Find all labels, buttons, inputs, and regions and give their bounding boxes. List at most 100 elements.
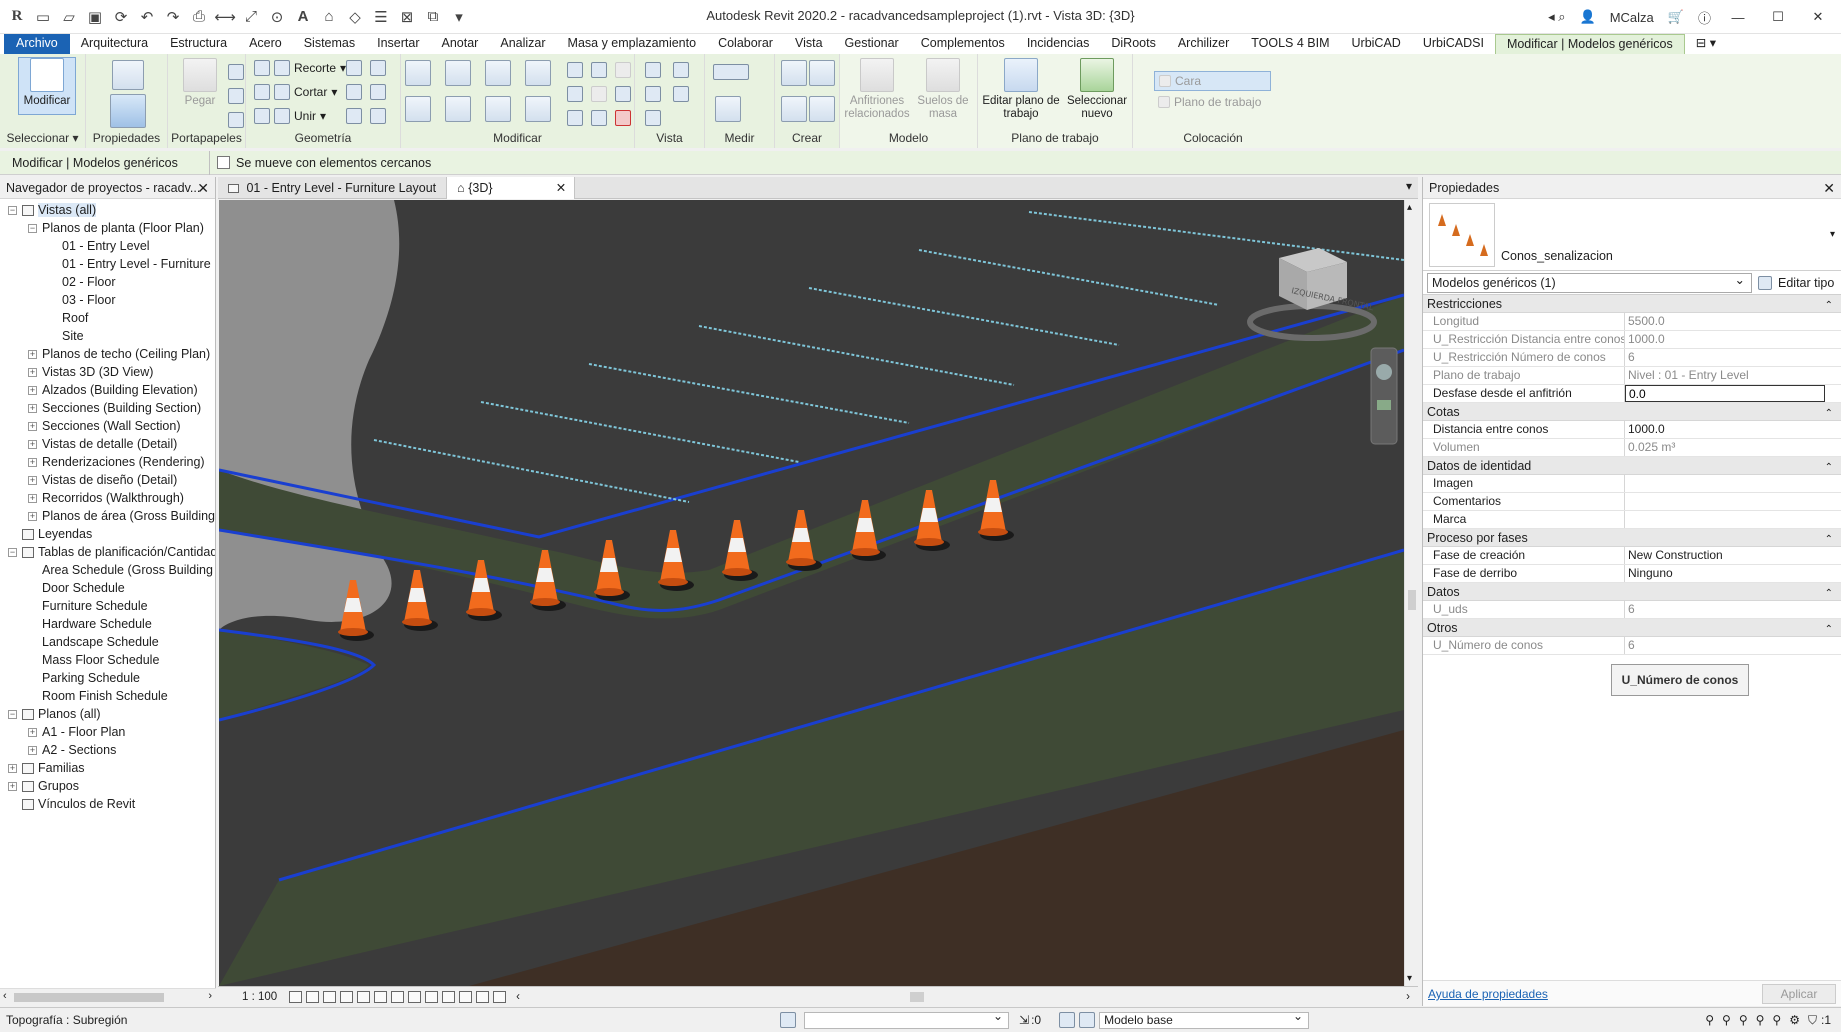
maximize-icon[interactable]: ☐ <box>1765 9 1791 25</box>
tree-node[interactable]: 02 - Floor <box>0 273 215 291</box>
tab-modificar-modelos-genéricos[interactable]: Modificar | Modelos genéricos <box>1494 34 1685 54</box>
property-value[interactable] <box>1625 511 1825 528</box>
tab-acero[interactable]: Acero <box>238 34 293 54</box>
override-graphics-icon[interactable] <box>645 62 661 78</box>
view-vertical-scrollbar[interactable]: ▴ ▾ <box>1404 200 1418 986</box>
tab-complementos[interactable]: Complementos <box>910 34 1016 54</box>
work-plane-placement-button[interactable]: Plano de trabajo <box>1158 95 1261 109</box>
expand-icon[interactable]: + <box>28 368 37 378</box>
render-icon[interactable] <box>357 990 371 1003</box>
scroll-left-icon[interactable]: ‹ <box>516 991 520 1003</box>
tree-node[interactable]: Area Schedule (Gross Building <box>0 561 215 579</box>
expand-icon[interactable]: + <box>8 782 17 792</box>
measure-tool-icon[interactable] <box>713 64 749 80</box>
tree-node[interactable]: + Familias <box>0 759 215 777</box>
mirror-axis-icon[interactable] <box>485 60 511 86</box>
cart-icon[interactable]: 🛒 <box>1668 9 1684 25</box>
tab-archivo[interactable]: Archivo <box>4 34 70 54</box>
worksharing-icon[interactable] <box>780 1012 796 1028</box>
design-option-select[interactable]: Modelo base <box>1099 1009 1310 1029</box>
tree-node[interactable]: Leyendas <box>0 525 215 543</box>
editable-only-icon[interactable]: ⇲ <box>1019 1013 1029 1027</box>
scroll-down-icon[interactable]: ▾ <box>1407 973 1412 984</box>
expand-icon[interactable]: + <box>28 440 37 450</box>
3d-view-icon[interactable]: ⌂ <box>318 6 340 28</box>
properties-help-link[interactable]: Ayuda de propiedades <box>1428 987 1548 1001</box>
property-group-header[interactable]: Restricciones <box>1423 295 1841 315</box>
print-icon[interactable]: ⎙ <box>188 6 210 28</box>
type-properties-icon[interactable] <box>112 60 144 90</box>
ribbon-minimize-icon[interactable]: ⊟ ▾ <box>1685 34 1727 54</box>
join-button[interactable]: Unir ▾ <box>254 108 326 124</box>
main-model-icon[interactable] <box>1079 1012 1096 1028</box>
type-selector[interactable]: Conos_senalizacion ▾ <box>1423 199 1841 271</box>
scroll-right-icon[interactable]: › <box>1406 991 1410 1003</box>
edit-type-icon[interactable] <box>1758 275 1772 290</box>
create-group-icon[interactable] <box>781 96 807 122</box>
revit-logo-icon[interactable]: R <box>6 6 28 28</box>
cut-geometry-button[interactable]: Cortar ▾ <box>254 84 337 100</box>
filter-icon[interactable]: ⛉ <box>1808 1013 1817 1028</box>
wall-join-icon[interactable] <box>346 60 362 76</box>
paint-view-icon[interactable] <box>645 110 661 126</box>
rotate-icon[interactable] <box>485 96 511 122</box>
tab-colaborar[interactable]: Colaborar <box>707 34 784 54</box>
expand-icon[interactable]: + <box>28 512 37 522</box>
zoom-icon[interactable] <box>1377 400 1391 410</box>
horizontal-scroll-thumb[interactable] <box>910 991 925 1002</box>
tab-vista[interactable]: Vista <box>784 34 834 54</box>
hide-icon[interactable] <box>673 62 689 78</box>
tab-masa-y-emplazamiento[interactable]: Masa y emplazamiento <box>557 34 708 54</box>
detail-level-icon[interactable] <box>289 990 303 1003</box>
expand-icon[interactable]: + <box>28 404 37 414</box>
paste-button[interactable]: Pegar <box>172 58 228 128</box>
property-value[interactable]: New Construction <box>1625 547 1825 564</box>
tabs-dropdown-icon[interactable]: ▾ <box>1406 179 1412 193</box>
user-name[interactable]: MCalza <box>1610 10 1654 25</box>
trim-extend-icon[interactable] <box>525 96 551 122</box>
design-options-icon[interactable] <box>1059 1012 1076 1028</box>
scroll-right-icon[interactable]: › <box>208 990 212 1002</box>
tree-node[interactable]: Landscape Schedule <box>0 633 215 651</box>
property-value[interactable] <box>1625 493 1825 510</box>
tree-node[interactable]: 01 - Entry Level - Furniture <box>0 255 215 273</box>
tab-3d-view[interactable]: ⌂ {3D} ✕ <box>447 177 576 199</box>
tree-node[interactable]: + Secciones (Building Section) <box>0 399 215 417</box>
tab-diroots[interactable]: DiRoots <box>1100 34 1166 54</box>
tab-tools-4-bim[interactable]: TOOLS 4 BIM <box>1240 34 1340 54</box>
collapse-icon[interactable]: − <box>8 206 17 216</box>
instance-filter-select[interactable]: Modelos genéricos (1) <box>1427 271 1752 293</box>
cone-count-button[interactable]: U_Número de conos <box>1611 664 1749 696</box>
linework-icon[interactable] <box>645 86 661 102</box>
tree-node[interactable]: + A2 - Sections <box>0 741 215 759</box>
temporary-hide-icon[interactable] <box>425 990 439 1003</box>
cope-button[interactable]: Recorte ▾ <box>254 60 346 76</box>
browser-scrollbar[interactable]: ‹ › <box>0 988 216 1006</box>
property-value[interactable]: 0.0 <box>1625 385 1825 402</box>
tree-node[interactable]: + Vistas de diseño (Detail) <box>0 471 215 489</box>
property-group-header[interactable]: Datos de identidad <box>1423 457 1841 477</box>
dimension-icon[interactable]: ⤢ <box>240 6 262 28</box>
shadows-icon[interactable] <box>340 990 354 1003</box>
tab-urbicadsi[interactable]: UrbiCADSI <box>1412 34 1495 54</box>
tag-icon[interactable]: ⊙ <box>266 6 288 28</box>
property-group-header[interactable]: Datos <box>1423 583 1841 603</box>
view-scale[interactable]: 1 : 100 <box>218 991 287 1003</box>
tree-node[interactable]: Site <box>0 327 215 345</box>
workset-select[interactable] <box>804 1009 1009 1029</box>
align-icon[interactable] <box>405 60 431 86</box>
scale-icon[interactable] <box>591 86 607 102</box>
create-similar-icon[interactable] <box>809 96 835 122</box>
edit-type-button[interactable]: Editar tipo <box>1778 276 1834 290</box>
pin-icon[interactable] <box>615 86 631 102</box>
crop-view-icon[interactable] <box>374 990 388 1003</box>
close-icon[interactable]: ✕ <box>1823 177 1835 198</box>
lock-3d-icon[interactable] <box>408 990 422 1003</box>
section-icon[interactable]: ◇ <box>344 6 366 28</box>
help-icon[interactable]: ⓘ <box>1698 8 1711 27</box>
edit-profile-icon[interactable] <box>346 108 362 124</box>
close-icon[interactable]: ✕ <box>1805 9 1831 25</box>
tree-node[interactable]: + A1 - Floor Plan <box>0 723 215 741</box>
property-value[interactable]: 1000.0 <box>1625 421 1825 438</box>
property-value[interactable]: Ninguno <box>1625 565 1825 582</box>
